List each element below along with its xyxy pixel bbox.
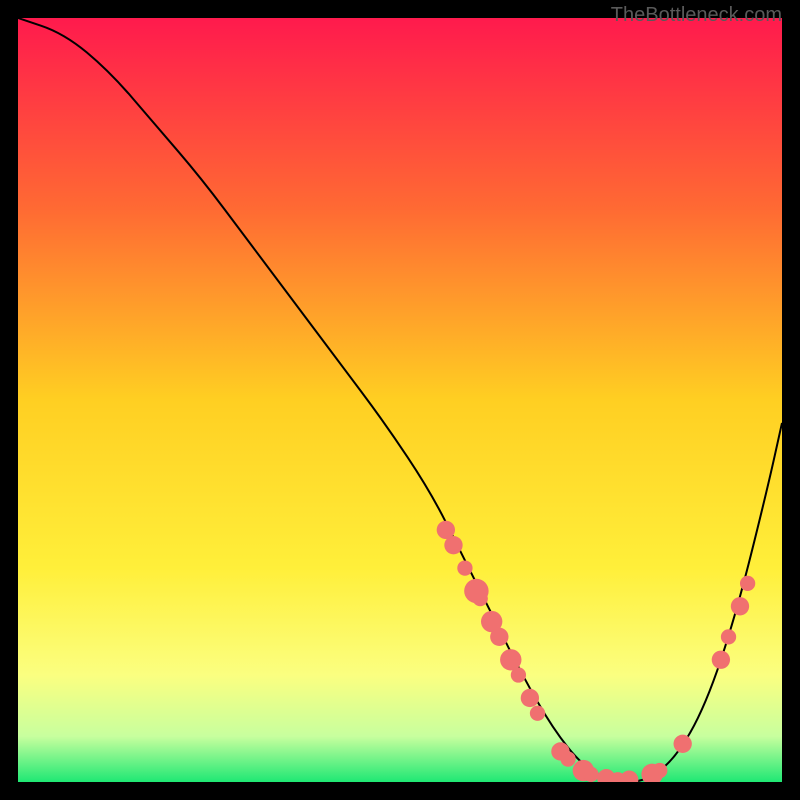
data-point: [721, 629, 736, 644]
data-point: [473, 591, 488, 606]
data-point: [560, 751, 575, 766]
data-point: [652, 763, 667, 778]
data-point: [583, 767, 598, 782]
data-point: [511, 667, 526, 682]
data-point: [731, 597, 749, 615]
data-point: [490, 628, 508, 646]
gradient-background: [18, 18, 782, 782]
watermark-text: TheBottleneck.com: [611, 4, 782, 27]
data-point: [740, 576, 755, 591]
data-point: [444, 536, 462, 554]
data-point: [457, 560, 472, 575]
data-point: [530, 706, 545, 721]
data-point: [674, 735, 692, 753]
chart-plot-area: [18, 18, 782, 782]
chart-svg: [18, 18, 782, 782]
data-point: [712, 651, 730, 669]
data-point: [500, 649, 521, 670]
data-point: [521, 689, 539, 707]
